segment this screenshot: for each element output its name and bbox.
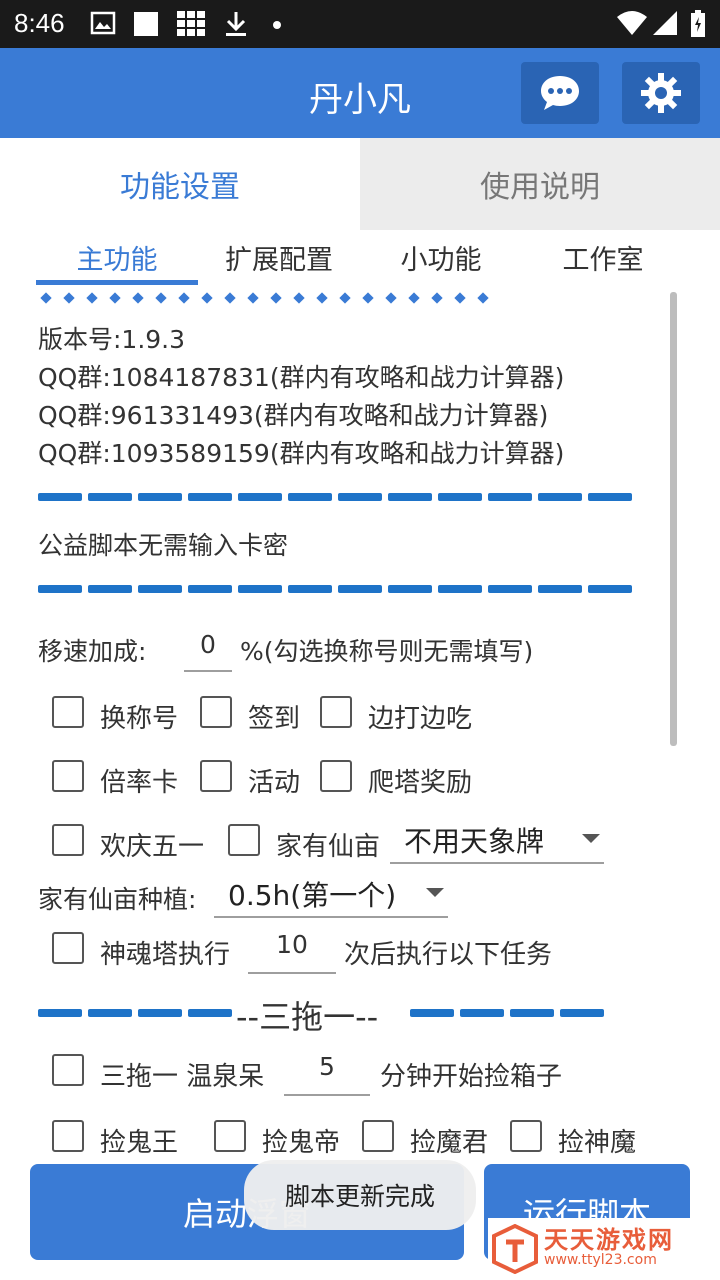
three-label: 三拖一 温泉呆: [100, 1062, 265, 1092]
speed-hint: %(勾选换称号则无需填写): [240, 637, 534, 666]
status-time: 8:46: [14, 8, 65, 38]
subtab-studio[interactable]: 工作室: [522, 238, 684, 277]
watermark: 天天游戏网 www.ttyl23.com: [488, 1218, 720, 1280]
status-bar: 8:46: [0, 0, 720, 48]
checkbox-label: 捡鬼王: [100, 1128, 179, 1158]
site-logo-icon: [492, 1224, 538, 1274]
subtab-extended-config[interactable]: 扩展配置: [198, 238, 360, 277]
gear-icon: [641, 73, 681, 113]
sub-tabs: 主功能 扩展配置 小功能 工作室: [0, 230, 720, 286]
app-title: 丹小凡: [309, 80, 411, 120]
planting-spinner[interactable]: 0.5h(第一个): [214, 874, 448, 918]
checkbox-pick-demon-lord[interactable]: [362, 1120, 394, 1152]
dot-icon: [273, 21, 281, 29]
qq-group-3: QQ群:1093589159(群内有攻略和战力计算器): [38, 439, 565, 468]
dropdown-arrow-icon: [582, 834, 600, 843]
checkbox-activity[interactable]: [200, 760, 232, 792]
app-bar: 丹小凡: [0, 48, 720, 138]
subtab-small-functions[interactable]: 小功能: [360, 238, 522, 277]
checkbox-multiplier-card[interactable]: [52, 760, 84, 792]
checkbox-label: 换称号: [100, 704, 179, 734]
dash-divider: [38, 493, 632, 501]
checkbox-label: 捡鬼帝: [262, 1128, 341, 1158]
checkbox-may-day[interactable]: [52, 824, 84, 856]
subtab-main[interactable]: 主功能: [36, 238, 198, 277]
message-button[interactable]: [521, 62, 599, 124]
checkbox-pick-ghost-king[interactable]: [52, 1120, 84, 1152]
spinner-value: 不用天象牌: [404, 825, 545, 858]
section-dashes-right: [410, 1009, 604, 1017]
signal-icon: [653, 11, 677, 35]
wifi-icon: [617, 11, 647, 35]
checkbox-pick-ghost-emperor[interactable]: [214, 1120, 246, 1152]
checkbox-label: 活动: [248, 768, 301, 798]
checkbox-label: 捡神魔: [558, 1128, 637, 1158]
tab-usage-guide[interactable]: 使用说明: [360, 138, 720, 230]
planting-label: 家有仙亩种植:: [38, 885, 197, 914]
checkbox-label: 欢庆五一: [100, 832, 205, 862]
subtab-indicator: [36, 280, 198, 285]
tab-function-settings[interactable]: 功能设置: [0, 138, 360, 230]
tianxiang-spinner[interactable]: 不用天象牌: [390, 820, 604, 864]
square-icon: [134, 12, 158, 36]
watermark-name: 天天游戏网: [544, 1226, 674, 1254]
gallery-icon: [90, 11, 116, 35]
version-text: 版本号:1.9.3: [38, 325, 186, 354]
three-minutes-input[interactable]: 5: [284, 1052, 370, 1096]
section-title: --三拖一--: [236, 998, 379, 1036]
qq-group-2: QQ群:961331493(群内有攻略和战力计算器): [38, 401, 549, 430]
settings-button[interactable]: [622, 62, 700, 124]
watermark-url: www.ttyl23.com: [544, 1252, 657, 1268]
checkbox-label: 家有仙亩: [276, 832, 381, 862]
dropdown-arrow-icon: [426, 888, 444, 897]
toast-message: 脚本更新完成: [244, 1160, 476, 1230]
checkbox-pick-god-demon[interactable]: [510, 1120, 542, 1152]
checkbox-fight-eat[interactable]: [320, 696, 352, 728]
grid-icon: [177, 11, 205, 36]
download-icon: [226, 12, 246, 36]
battery-icon: [691, 10, 705, 37]
checkbox-label: 倍率卡: [100, 768, 179, 798]
checkbox-label: 爬塔奖励: [368, 768, 473, 798]
checkbox-three-drag-one[interactable]: [52, 1054, 84, 1086]
dash-divider: [38, 585, 632, 593]
notice-text: 公益脚本无需输入卡密: [38, 531, 289, 560]
three-suffix: 分钟开始捡箱子: [380, 1062, 563, 1092]
qq-group-1: QQ群:1084187831(群内有攻略和战力计算器): [38, 363, 565, 392]
tower-label: 神魂塔执行: [100, 940, 231, 970]
checkbox-change-title[interactable]: [52, 696, 84, 728]
chat-bubble-icon: [541, 76, 579, 110]
spinner-value: 0.5h(第一个): [228, 879, 397, 912]
checkbox-tower-reward[interactable]: [320, 760, 352, 792]
main-tabs: 功能设置 使用说明: [0, 138, 720, 230]
dot-divider: [40, 292, 489, 304]
section-dashes-left: [38, 1009, 232, 1017]
checkbox-label: 签到: [248, 704, 301, 734]
checkbox-soul-tower[interactable]: [52, 932, 84, 964]
checkbox-sign-in[interactable]: [200, 696, 232, 728]
speed-label: 移速加成:: [38, 637, 147, 666]
speed-input[interactable]: 0: [184, 630, 232, 672]
tower-suffix: 次后执行以下任务: [344, 940, 553, 970]
checkbox-label: 边打边吃: [368, 704, 473, 734]
scrollbar[interactable]: [670, 292, 677, 746]
checkbox-label: 捡魔君: [410, 1128, 489, 1158]
tower-count-input[interactable]: 10: [248, 930, 336, 974]
checkbox-fairy-farm[interactable]: [228, 824, 260, 856]
main-content[interactable]: 版本号:1.9.3 QQ群:1084187831(群内有攻略和战力计算器) QQ…: [0, 290, 720, 1160]
